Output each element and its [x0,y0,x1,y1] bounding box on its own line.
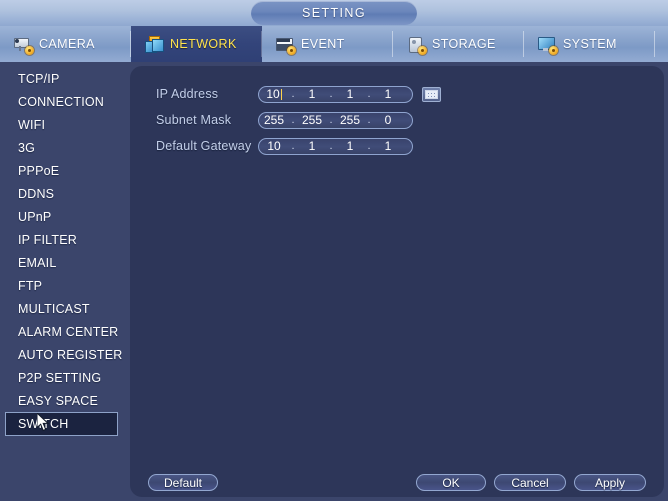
sidebar-item-wifi[interactable]: WIFI [0,113,130,136]
tab-system[interactable]: SYSTEM [524,26,655,62]
sidebar-item-ftp[interactable]: FTP [0,274,130,297]
network-icon [145,35,164,53]
sidebar-item-auto-register[interactable]: AUTO REGISTER [0,343,130,366]
ip-address-octet-1[interactable]: 10 [259,87,289,101]
octet-separator: . [291,140,295,152]
sidebar-item-easy-space[interactable]: EASY SPACE [0,389,130,412]
sidebar-item-label: ALARM CENTER [18,324,119,339]
sidebar-item-3g[interactable]: 3G [0,136,130,159]
cancel-button[interactable]: Cancel [494,474,566,491]
tab-camera-label: CAMERA [39,37,95,51]
sidebar-item-label: IP FILTER [18,232,77,247]
sidebar-item-ip-filter[interactable]: IP FILTER [0,228,130,251]
camera-icon [14,36,34,55]
window-title-pill: SETTING [251,1,417,25]
tab-event[interactable]: EVENT [262,26,393,62]
sidebar-item-p2p-setting[interactable]: P2P SETTING [0,366,130,389]
event-icon [276,36,296,55]
ok-button[interactable]: OK [416,474,486,491]
tab-network-label: NETWORK [170,37,237,51]
main-tab-bar: CAMERA NETWORK EVENT STORAGE SYSTEM [0,26,668,63]
sidebar-item-label: AUTO REGISTER [18,347,123,362]
default-gateway-row: Default Gateway 10 . 1 . 1 . 1 [156,134,441,158]
default-gateway-octet-2[interactable]: 1 [297,139,327,153]
default-gateway-octet-3[interactable]: 1 [335,139,365,153]
system-icon [538,36,558,55]
default-gateway-label: Default Gateway [156,139,252,153]
setting-window: SETTING CAMERA NETWORK EVENT STORAGE SYS… [0,0,668,501]
switch-settings-panel: IP Address 10 . 1 . 1 . 1 Subnet Mask 25… [130,66,664,497]
sidebar-item-label: EMAIL [18,255,57,270]
subnet-mask-octet-4[interactable]: 0 [373,113,403,127]
ip-address-octet-4[interactable]: 1 [373,87,403,101]
octet-separator: . [367,114,371,126]
sidebar-item-ddns[interactable]: DDNS [0,182,130,205]
default-gateway-octet-4[interactable]: 1 [373,139,403,153]
network-sidebar: TCP/IP CONNECTION WIFI 3G PPPoE DDNS UPn… [0,62,130,501]
ip-address-row: IP Address 10 . 1 . 1 . 1 [156,82,441,106]
octet-separator: . [291,88,295,100]
subnet-mask-row: Subnet Mask 255 . 255 . 255 . 0 [156,108,441,132]
window-title-bar: SETTING [0,0,668,26]
window-body: TCP/IP CONNECTION WIFI 3G PPPoE DDNS UPn… [0,62,668,501]
sidebar-item-label: TCP/IP [18,71,60,86]
octet-separator: . [367,88,371,100]
ip-address-octet-3[interactable]: 1 [335,87,365,101]
octet-separator: . [329,140,333,152]
tab-storage-label: STORAGE [432,37,496,51]
sidebar-item-upnp[interactable]: UPnP [0,205,130,228]
subnet-mask-octet-2[interactable]: 255 [297,113,327,127]
sidebar-item-label: EASY SPACE [18,393,99,408]
tab-system-label: SYSTEM [563,37,617,51]
sidebar-item-alarm-center[interactable]: ALARM CENTER [0,320,130,343]
default-gateway-input[interactable]: 10 . 1 . 1 . 1 [258,137,413,155]
octet-separator: . [329,114,333,126]
subnet-mask-input[interactable]: 255 . 255 . 255 . 0 [258,111,413,129]
sidebar-item-pppoe[interactable]: PPPoE [0,159,130,182]
sidebar-item-label: SWITCH [18,417,69,431]
ip-address-label: IP Address [156,87,219,101]
storage-icon [407,36,427,55]
sidebar-item-label: CONNECTION [18,94,105,109]
sidebar-item-label: UPnP [18,209,52,224]
sidebar-item-label: PPPoE [18,163,60,178]
sidebar-item-label: FTP [18,278,43,293]
sidebar-item-label: DDNS [18,186,55,201]
keypad-icon [425,89,438,99]
sidebar-item-label: WIFI [18,117,46,132]
octet-value: 10 [266,87,280,101]
default-gateway-octet-1[interactable]: 10 [259,139,289,153]
window-title: SETTING [302,6,366,20]
octet-separator: . [329,88,333,100]
octet-separator: . [291,114,295,126]
tab-event-label: EVENT [301,37,345,51]
tab-network[interactable]: NETWORK [131,26,262,62]
sidebar-item-tcpip[interactable]: TCP/IP [0,67,130,90]
keypad-icon-button[interactable] [422,86,441,102]
switch-form: IP Address 10 . 1 . 1 . 1 Subnet Mask 25… [156,82,441,158]
subnet-mask-label: Subnet Mask [156,113,232,127]
text-caret [280,89,282,100]
tab-storage[interactable]: STORAGE [393,26,524,62]
subnet-mask-octet-1[interactable]: 255 [259,113,289,127]
subnet-mask-octet-3[interactable]: 255 [335,113,365,127]
octet-separator: . [367,140,371,152]
sidebar-item-connection[interactable]: CONNECTION [0,90,130,113]
tab-camera[interactable]: CAMERA [0,26,131,62]
sidebar-item-label: 3G [18,140,36,155]
default-button[interactable]: Default [148,474,218,491]
apply-button[interactable]: Apply [574,474,646,491]
ip-address-octet-2[interactable]: 1 [297,87,327,101]
sidebar-item-switch[interactable]: SWITCH [5,412,118,436]
sidebar-item-email[interactable]: EMAIL [0,251,130,274]
sidebar-item-multicast[interactable]: MULTICAST [0,297,130,320]
sidebar-item-label: P2P SETTING [18,370,102,385]
ip-address-input[interactable]: 10 . 1 . 1 . 1 [258,85,413,103]
sidebar-item-label: MULTICAST [18,301,90,316]
